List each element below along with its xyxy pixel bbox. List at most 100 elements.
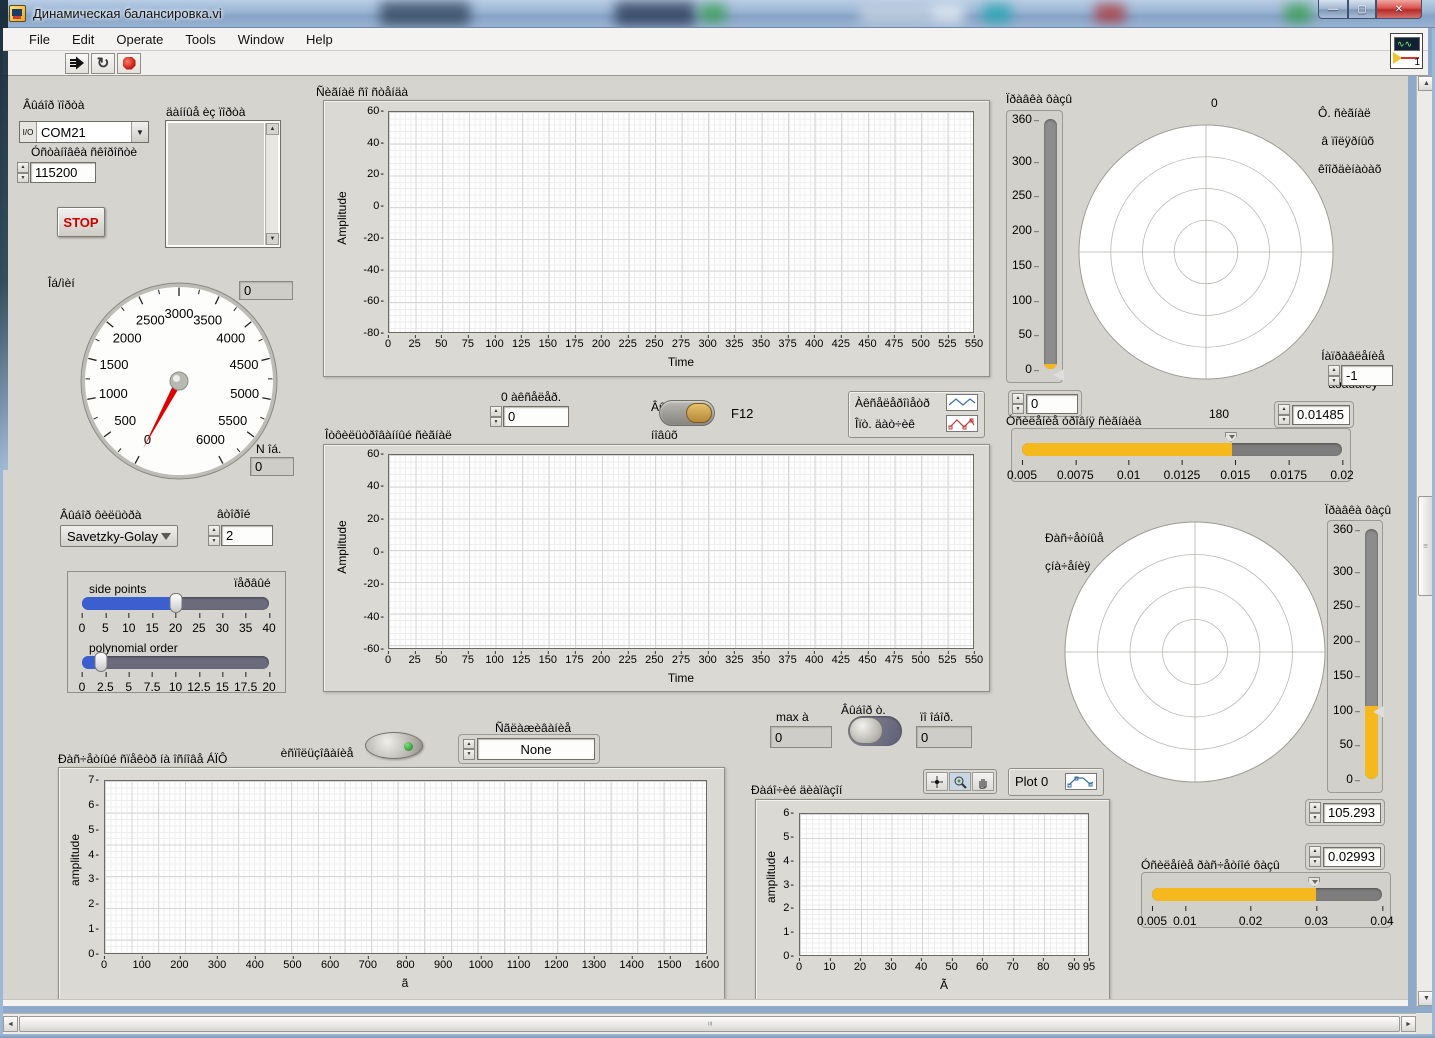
filter-dropdown[interactable]: Savetzky-Golay: [60, 525, 178, 547]
direction-control[interactable]: ▲▼ -1: [1328, 365, 1393, 386]
menu-item-help[interactable]: Help: [295, 30, 344, 49]
smoothing-field[interactable]: None: [477, 738, 595, 760]
scroll-down-icon[interactable]: ▼: [266, 233, 279, 245]
port-data-box[interactable]: ▲ ▼: [165, 120, 281, 248]
pan-tool-button[interactable]: [972, 772, 994, 791]
direction-field[interactable]: -1: [1341, 365, 1393, 386]
order-spinner[interactable]: ▲▼: [208, 525, 220, 546]
com-port-combo[interactable]: I/O COM21 ▼: [19, 121, 149, 143]
menu-item-tools[interactable]: Tools: [174, 30, 226, 49]
y-tick: 40: [367, 137, 384, 149]
phase1-track[interactable]: [1044, 119, 1057, 369]
x-tick: 90: [1068, 961, 1080, 973]
vi-run-count: 1: [1414, 57, 1420, 68]
aksel-spinner[interactable]: ▲▼: [490, 406, 502, 427]
smoothing-control[interactable]: ▲▼ None: [458, 734, 600, 764]
menu-item-operate[interactable]: Operate: [105, 30, 174, 49]
legend-accelerometer-label[interactable]: Àêñåëåðîìåòð: [855, 396, 930, 410]
accelerometer-line-icon[interactable]: [946, 394, 978, 411]
scroll-right-icon[interactable]: ►: [1401, 1016, 1416, 1032]
menu-item-window[interactable]: Window: [227, 30, 295, 49]
aksel-control[interactable]: ▲▼ 0: [490, 406, 569, 427]
chevron-down-icon[interactable]: ▼: [131, 122, 148, 142]
phase2-slider[interactable]: 360300250200150100500: [1327, 520, 1383, 793]
speed-control[interactable]: ▲▼ 115200: [17, 162, 96, 183]
phase1-handle[interactable]: [1053, 369, 1064, 381]
scale-tick: 150: [1012, 258, 1039, 272]
hscroll-thumb[interactable]: ≡: [19, 1016, 1400, 1032]
maximize-button[interactable]: ▢: [1348, 0, 1376, 19]
x-tick: 1300: [582, 959, 606, 971]
work-legend-label[interactable]: Plot 0: [1015, 774, 1048, 789]
legend-optical-label[interactable]: Îïò. äàò÷èê: [855, 417, 915, 431]
y-tick: 5: [88, 824, 99, 836]
phase2-control[interactable]: ▲▼ 105.293: [1305, 799, 1385, 826]
gain1-scale: 0.0050.00750.010.01250.0150.01750.02: [1022, 460, 1342, 480]
gain1-slider[interactable]: 0.0050.00750.010.01250.0150.01750.02: [1011, 428, 1351, 482]
fft-graph-title: Ðàñ÷åòíûé ñïåêòð íà îñíîâå ÁÏÔ: [58, 752, 227, 766]
x-tick: 95: [1083, 961, 1095, 973]
order-field[interactable]: 2: [221, 525, 273, 546]
phase2-track[interactable]: [1365, 529, 1378, 779]
use-signal-toggle[interactable]: [365, 732, 423, 759]
scale-tick: 20: [262, 680, 275, 694]
scroll-left-icon[interactable]: ◄: [3, 1016, 18, 1032]
speed-spinner[interactable]: ▲▼: [17, 162, 29, 183]
gain2-pointer[interactable]: [1308, 877, 1320, 887]
stop-button[interactable]: STOP: [57, 207, 105, 237]
minimize-button[interactable]: —: [1318, 0, 1348, 19]
gain2-field[interactable]: 0.02993: [1323, 847, 1381, 867]
gain2-slider[interactable]: 0.0050.010.020.030.04: [1141, 872, 1391, 928]
optical-line-icon[interactable]: [946, 415, 978, 432]
gain2-spinner[interactable]: ▲▼: [1309, 846, 1321, 867]
poly-order-slider[interactable]: [82, 656, 269, 669]
zoom-tool-button[interactable]: [949, 772, 971, 791]
phase2-label: Ïðàâêà ôàçû: [1325, 503, 1391, 517]
scale-tick: 360: [1012, 112, 1039, 126]
order-control[interactable]: ▲▼ 2: [208, 525, 273, 546]
phase1-field[interactable]: 0: [1026, 394, 1078, 414]
select-t-toggle[interactable]: [848, 716, 902, 746]
menu-item-edit[interactable]: Edit: [61, 30, 105, 49]
horizontal-scrollbar[interactable]: ◄ ≡ ►: [3, 1013, 1416, 1034]
speed-field[interactable]: 115200: [30, 162, 96, 183]
gain1-track[interactable]: [1022, 443, 1342, 456]
new-data-toggle[interactable]: [659, 400, 715, 426]
phase2-field[interactable]: 105.293: [1323, 803, 1381, 823]
gain2-control[interactable]: ▲▼ 0.02993: [1305, 843, 1385, 870]
gain1-control[interactable]: ▲▼ 0.01485: [1274, 401, 1354, 428]
x-tick: 175: [565, 338, 583, 350]
scale-tick: 360: [1333, 522, 1360, 536]
x-tick: 250: [645, 654, 663, 666]
aksel-field[interactable]: 0: [503, 406, 569, 427]
y-tick: 5: [783, 831, 794, 843]
gain2-track[interactable]: [1152, 888, 1382, 901]
abort-button[interactable]: [117, 53, 141, 74]
close-button[interactable]: ✕: [1376, 0, 1422, 19]
vi-icon-badge[interactable]: 1: [1390, 33, 1423, 69]
port-data-scrollbar[interactable]: ▲ ▼: [265, 123, 278, 245]
x-tick: 325: [725, 654, 743, 666]
scale-tick: 100: [1333, 703, 1360, 717]
desktop-blob: [615, 2, 695, 26]
scroll-up-icon[interactable]: ▲: [266, 123, 279, 135]
max-a-label: max à: [776, 710, 809, 724]
run-continuous-button[interactable]: ↻: [91, 53, 115, 74]
run-button[interactable]: [65, 53, 89, 74]
side-points-slider[interactable]: [82, 597, 269, 610]
phase1-control[interactable]: ▲▼ 0: [1008, 390, 1082, 417]
phase1-slider[interactable]: 360300250200150100500: [1006, 110, 1063, 383]
poly-order-knob[interactable]: [94, 652, 107, 672]
work-legend-line-icon[interactable]: [1065, 773, 1097, 790]
gain1-pointer[interactable]: [1225, 432, 1237, 442]
direction-spinner[interactable]: ▲▼: [1328, 365, 1340, 386]
phase2-spinner[interactable]: ▲▼: [1309, 802, 1321, 823]
phase1-spinner[interactable]: ▲▼: [1012, 393, 1024, 414]
menu-item-file[interactable]: File: [18, 30, 61, 49]
rpm-gauge[interactable]: 0500100015002000250030003500400045005000…: [77, 279, 281, 483]
gain1-spinner[interactable]: ▲▼: [1278, 404, 1290, 425]
cursor-tool-button[interactable]: [926, 772, 948, 791]
side-points-knob[interactable]: [169, 593, 182, 613]
smoothing-spinner[interactable]: ▲▼: [463, 739, 475, 760]
gain1-field[interactable]: 0.01485: [1292, 405, 1350, 425]
